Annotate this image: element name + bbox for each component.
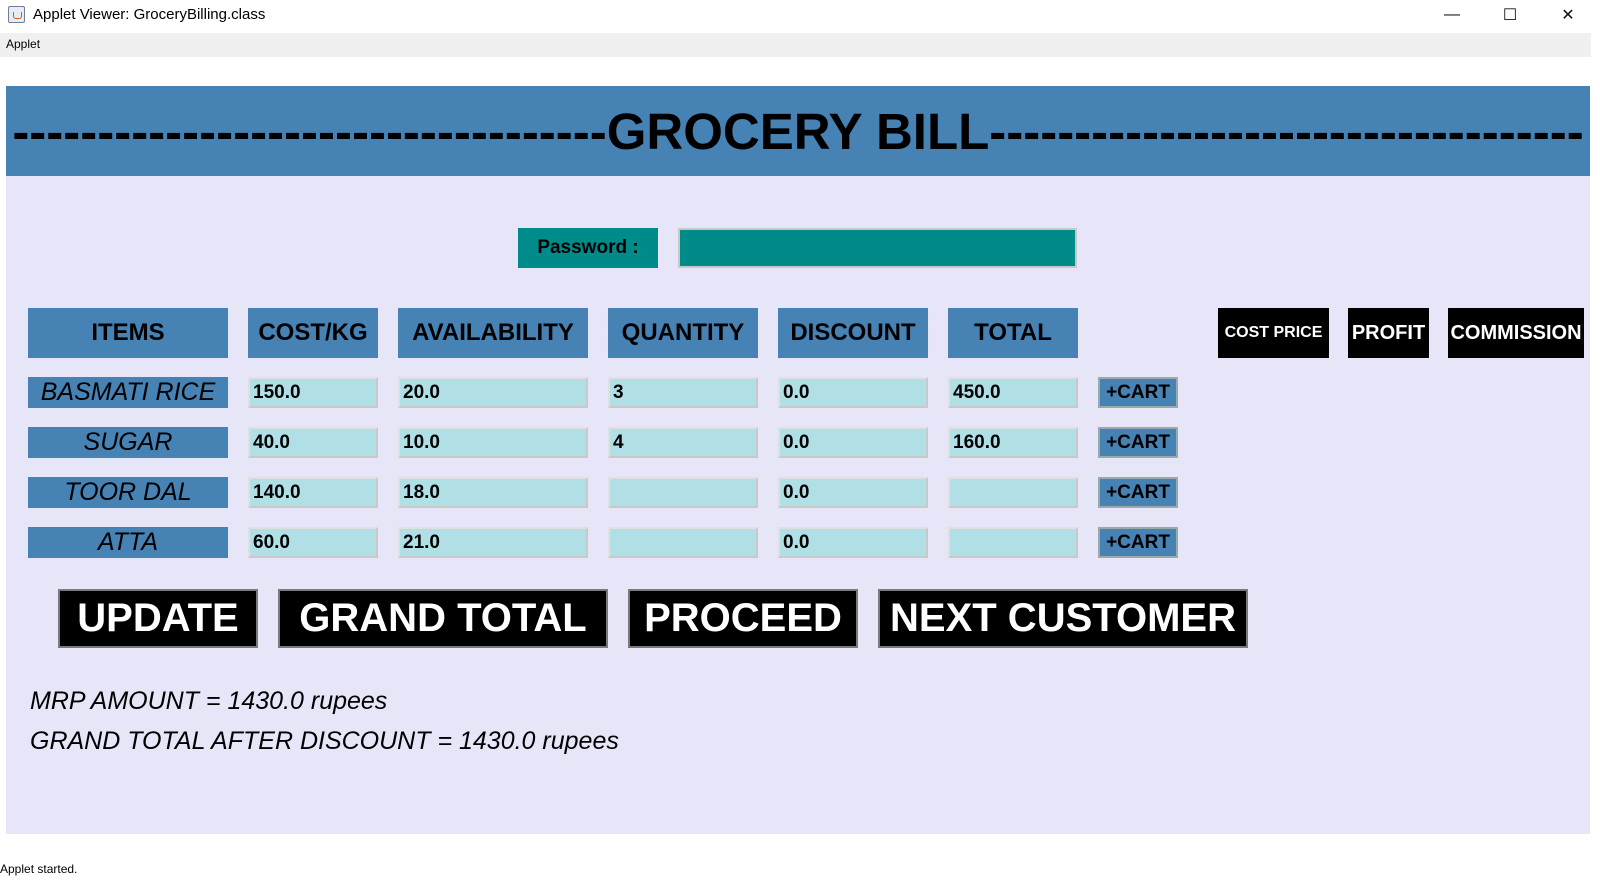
availability-field[interactable]: 18.0 — [398, 477, 588, 508]
menu-bar — [0, 33, 1600, 57]
grand-total-button[interactable]: GRAND TOTAL — [278, 589, 608, 648]
maximize-icon[interactable]: ☐ — [1481, 0, 1539, 30]
quantity-field[interactable] — [608, 477, 758, 508]
column-header-items: ITEMS — [28, 308, 228, 358]
profit-button[interactable]: PROFIT — [1348, 308, 1429, 358]
add-to-cart-button[interactable]: +CART — [1098, 527, 1178, 558]
proceed-button[interactable]: PROCEED — [628, 589, 858, 648]
grand-total-text: GRAND TOTAL AFTER DISCOUNT = 1430.0 rupe… — [30, 727, 619, 755]
total-field[interactable] — [948, 527, 1078, 558]
quantity-field[interactable]: 3 — [608, 377, 758, 408]
minimize-icon[interactable]: — — [1423, 0, 1481, 30]
cost-field[interactable]: 60.0 — [248, 527, 378, 558]
window-edge — [1591, 33, 1600, 834]
availability-field[interactable]: 20.0 — [398, 377, 588, 408]
password-input[interactable] — [678, 228, 1077, 268]
status-bar: Applet started. — [0, 862, 78, 876]
column-header-availability: AVAILABILITY — [398, 308, 588, 358]
applet-panel — [6, 86, 1590, 834]
column-header-cost: COST/KG — [248, 308, 378, 358]
discount-field[interactable]: 0.0 — [778, 427, 928, 458]
availability-field[interactable]: 21.0 — [398, 527, 588, 558]
total-field[interactable]: 160.0 — [948, 427, 1078, 458]
column-header-quantity: QUANTITY — [608, 308, 758, 358]
menu-applet[interactable]: Applet — [6, 37, 40, 51]
add-to-cart-button[interactable]: +CART — [1098, 377, 1178, 408]
column-header-discount: DISCOUNT — [778, 308, 928, 358]
add-to-cart-button[interactable]: +CART — [1098, 427, 1178, 458]
header-banner: -----------------------------------GROCE… — [6, 86, 1590, 176]
item-name: ATTA — [28, 527, 228, 558]
commission-button[interactable]: COMMISSION — [1448, 308, 1584, 358]
next-customer-button[interactable]: NEXT CUSTOMER — [878, 589, 1248, 648]
total-field[interactable]: 450.0 — [948, 377, 1078, 408]
discount-field[interactable]: 0.0 — [778, 527, 928, 558]
availability-field[interactable]: 10.0 — [398, 427, 588, 458]
column-header-total: TOTAL — [948, 308, 1078, 358]
add-to-cart-button[interactable]: +CART — [1098, 477, 1178, 508]
password-label: Password : — [518, 228, 658, 268]
update-button[interactable]: UPDATE — [58, 589, 258, 648]
quantity-field[interactable] — [608, 527, 758, 558]
window-title: Applet Viewer: GroceryBilling.class — [33, 6, 266, 23]
item-name: SUGAR — [28, 427, 228, 458]
page-title: -----------------------------------GROCE… — [12, 102, 1584, 160]
total-field[interactable] — [948, 477, 1078, 508]
item-name: TOOR DAL — [28, 477, 228, 508]
cost-field[interactable]: 140.0 — [248, 477, 378, 508]
discount-field[interactable]: 0.0 — [778, 377, 928, 408]
mrp-amount-text: MRP AMOUNT = 1430.0 rupees — [30, 687, 388, 715]
cost-field[interactable]: 40.0 — [248, 427, 378, 458]
item-name: BASMATI RICE — [28, 377, 228, 408]
cost-price-button[interactable]: COST PRICE — [1218, 308, 1329, 358]
java-app-icon — [8, 6, 25, 23]
discount-field[interactable]: 0.0 — [778, 477, 928, 508]
cost-field[interactable]: 150.0 — [248, 377, 378, 408]
quantity-field[interactable]: 4 — [608, 427, 758, 458]
close-icon[interactable]: ✕ — [1539, 0, 1597, 30]
